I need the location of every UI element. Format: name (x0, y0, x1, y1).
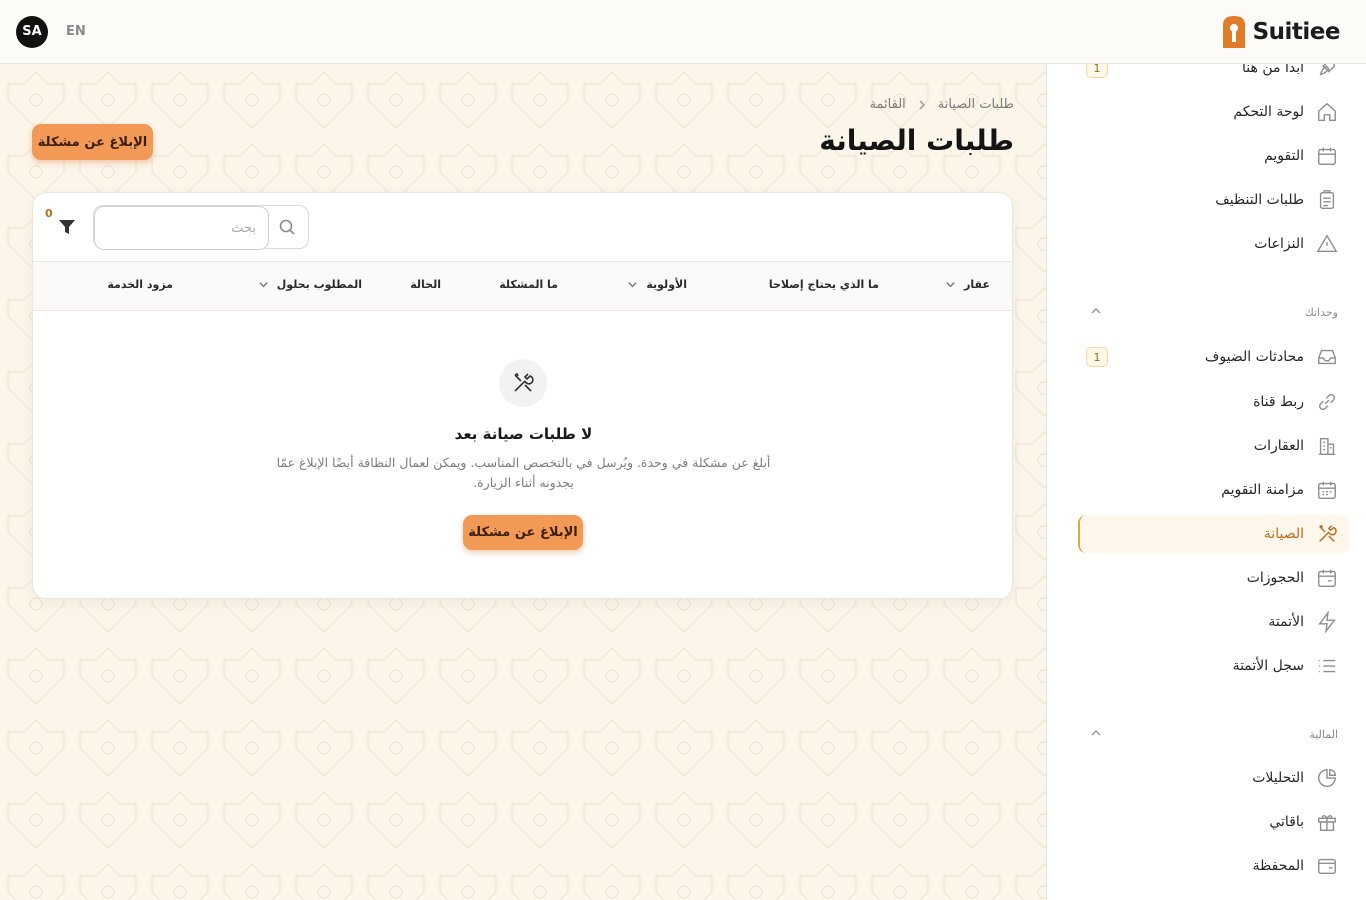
pie-chart-icon (1318, 769, 1336, 787)
column-service-provider: مزود الخدمة (107, 278, 173, 291)
building-icon (1318, 437, 1336, 455)
brand-logo[interactable]: Suitiee (1221, 15, 1341, 49)
column-priority[interactable]: الأولوية (627, 278, 687, 291)
sidebar-item-automation[interactable]: الأتمتة (1078, 603, 1350, 641)
calendar-icon (1318, 147, 1336, 165)
sidebar: ابدأ من هنا 1 لوحة التحكم التقويم طلبات … (1046, 64, 1366, 900)
sidebar-item-label: التقويم (1264, 148, 1304, 164)
brand-name: Suitiee (1252, 18, 1341, 45)
page-title: طلبات الصيانة (819, 124, 1014, 157)
rocket-icon (1319, 64, 1336, 76)
column-what-is-the-problem: ما المشكلة (499, 278, 558, 291)
sidebar-item-label: ربط قناة (1253, 394, 1304, 410)
link-icon (1318, 393, 1336, 411)
bolt-icon (1318, 611, 1336, 633)
sidebar-item-maintenance[interactable]: الصيانة (1078, 515, 1350, 553)
sidebar-item-bookings[interactable]: الحجوزات (1078, 559, 1350, 597)
sidebar-item-label: ابدأ من هنا (1242, 64, 1304, 76)
inbox-icon (1318, 349, 1336, 365)
sidebar-item-label: طلبات التنظيف (1215, 192, 1304, 208)
chevron-up-icon[interactable] (1089, 726, 1103, 740)
column-what-needs-fixing: ما الذي يحتاج إصلاحا (768, 278, 879, 291)
search-input[interactable] (94, 206, 269, 250)
column-due-by[interactable]: المطلوب بحلول (258, 278, 362, 291)
column-status: الحالة (410, 278, 441, 291)
sidebar-item-guest-chats[interactable]: محادثات الضيوف 1 (1078, 338, 1350, 376)
filter-count-badge: 0 (45, 207, 53, 220)
sidebar-item-label: النزاعات (1254, 236, 1304, 252)
empty-state-title: لا طلبات صيانة بعد (454, 425, 593, 443)
report-issue-button-empty[interactable]: الإبلاغ عن مشكلة (463, 515, 583, 550)
count-badge: 1 (1086, 64, 1108, 78)
empty-state: لا طلبات صيانة بعد أبلغ عن مشكلة في وحدة… (33, 311, 1012, 598)
sidebar-item-label: التحليلات (1252, 770, 1304, 786)
sidebar-item-cleaning[interactable]: طلبات التنظيف (1078, 181, 1350, 219)
chevron-right-icon (919, 99, 925, 110)
wallet-icon (1318, 858, 1336, 875)
language-toggle[interactable]: EN (66, 24, 86, 39)
top-bar: SA EN Suitiee (0, 0, 1366, 64)
sidebar-item-get-started[interactable]: ابدأ من هنا 1 (1078, 64, 1350, 87)
breadcrumb-root[interactable]: القائمة (870, 97, 906, 112)
topbar-left: SA EN (16, 15, 86, 48)
clipboard-icon (1319, 190, 1335, 209)
sidebar-item-label: لوحة التحكم (1233, 104, 1304, 120)
count-badge: 1 (1086, 347, 1108, 367)
tools-icon (1319, 524, 1337, 542)
warning-icon (1316, 234, 1338, 253)
table-header: عقار ما الذي يحتاج إصلاحا الأولوية ما ال… (33, 261, 1012, 311)
chevron-down-icon (946, 282, 955, 288)
chevron-down-icon (259, 282, 268, 288)
chevron-down-icon (628, 282, 638, 288)
empty-state-icon-wrap (499, 359, 547, 407)
sidebar-item-connect-channel[interactable]: ربط قناة (1078, 383, 1350, 421)
maintenance-table-card: 0 عقار ما الذي يحتاج إصلاحا الأولوية ما … (32, 192, 1013, 599)
breadcrumb: القائمة طلبات الصيانة (870, 97, 1014, 112)
sidebar-item-packages[interactable]: باقاتي (1078, 803, 1350, 841)
sidebar-item-label: سجل الأتمتة (1232, 658, 1304, 674)
keyhole-logo-icon (1222, 15, 1245, 48)
section-title-units: وحداتك (1304, 306, 1338, 319)
sidebar-item-analytics[interactable]: التحليلات (1078, 759, 1350, 797)
breadcrumb-current: طلبات الصيانة (937, 97, 1014, 112)
sidebar-item-properties[interactable]: العقارات (1078, 427, 1350, 465)
avatar[interactable]: SA (16, 15, 48, 48)
chevron-up-icon[interactable] (1089, 304, 1103, 318)
empty-state-description: أبلغ عن مشكلة في وحدة. ويُرسل في بالتخصص… (276, 455, 771, 490)
sidebar-item-dashboard[interactable]: لوحة التحكم (1078, 93, 1350, 131)
sidebar-item-wallet[interactable]: المحفظة (1078, 847, 1350, 885)
sidebar-item-automation-log[interactable]: سجل الأتمتة (1078, 647, 1350, 685)
sidebar-item-label: الأتمتة (1268, 614, 1304, 630)
calendar-check-icon (1318, 569, 1336, 587)
sidebar-item-calendar-sync[interactable]: مزامنة التقويم (1078, 471, 1350, 509)
sidebar-item-label: الصيانة (1263, 526, 1304, 542)
section-title-finance: المالية (1309, 728, 1338, 741)
tools-icon (514, 372, 534, 392)
sidebar-item-label: الحجوزات (1246, 570, 1304, 586)
sidebar-item-label: محادثات الضيوف (1204, 349, 1304, 365)
column-property[interactable]: عقار (945, 278, 990, 291)
sidebar-item-label: العقارات (1253, 438, 1304, 454)
report-issue-button[interactable]: الإبلاغ عن مشكلة (32, 124, 153, 160)
main-content: القائمة طلبات الصيانة طلبات الصيانة الإب… (0, 64, 1046, 900)
sidebar-item-disputes[interactable]: النزاعات (1078, 225, 1350, 263)
home-icon (1318, 102, 1336, 121)
sidebar-item-label: باقاتي (1269, 814, 1304, 830)
sidebar-item-label: المحفظة (1252, 858, 1304, 874)
search-icon[interactable] (278, 218, 296, 236)
sidebar-item-calendar[interactable]: التقويم (1078, 137, 1350, 175)
calendar-sync-icon (1318, 481, 1336, 499)
gift-icon (1318, 815, 1336, 831)
filter-icon[interactable] (58, 218, 76, 236)
list-icon (1318, 659, 1336, 673)
sidebar-item-label: مزامنة التقويم (1221, 482, 1304, 498)
search-box (93, 205, 309, 250)
